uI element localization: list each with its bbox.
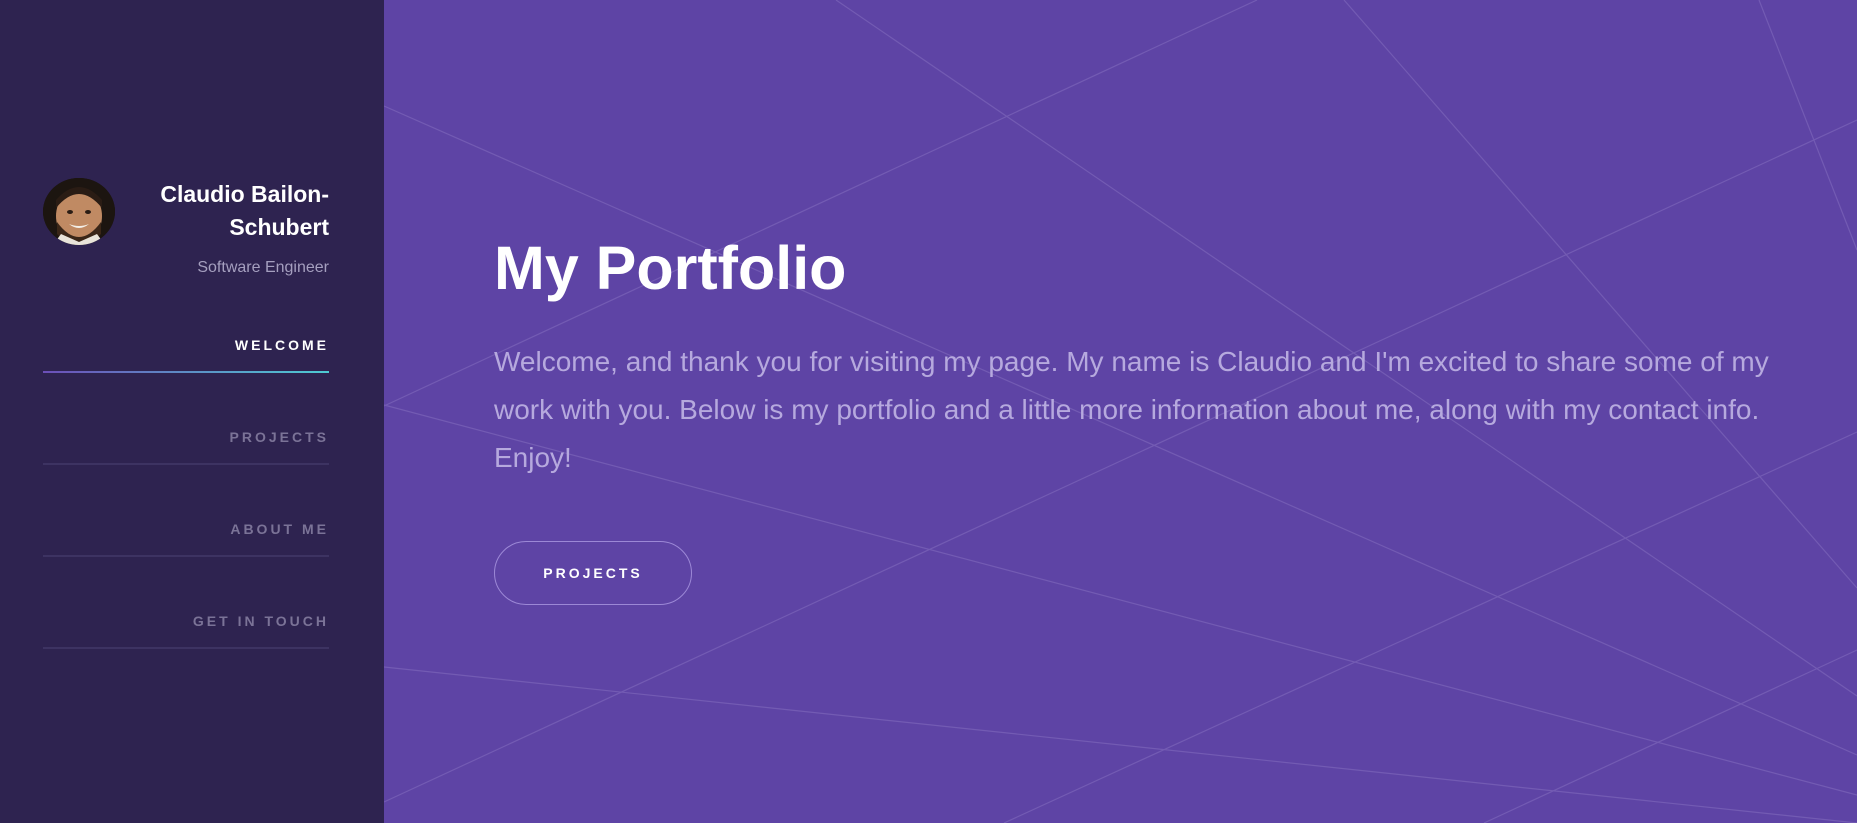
- main-content: My Portfolio Welcome, and thank you for …: [384, 0, 1857, 823]
- profile-role: Software Engineer: [197, 259, 329, 276]
- sidebar: Claudio Bailon-Schubert Software Enginee…: [0, 0, 384, 823]
- nav-item-underline: [43, 555, 329, 557]
- nav-item-label: ABOUT ME: [230, 521, 329, 537]
- nav-item-underline: [43, 371, 329, 373]
- nav-item-projects[interactable]: PROJECTS: [43, 414, 329, 506]
- nav-item-get-in-touch[interactable]: GET IN TOUCH: [43, 598, 329, 690]
- profile: Claudio Bailon-Schubert Software Enginee…: [43, 178, 329, 277]
- projects-button[interactable]: PROJECTS: [494, 541, 692, 605]
- nav-item-label: WELCOME: [234, 337, 329, 353]
- nav-item-label: PROJECTS: [229, 429, 329, 445]
- nav-item-label: GET IN TOUCH: [192, 613, 329, 629]
- avatar-image: [43, 178, 115, 245]
- nav-item-about-me[interactable]: ABOUT ME: [43, 506, 329, 598]
- page-title: My Portfolio: [494, 234, 847, 302]
- page: Claudio Bailon-Schubert Software Enginee…: [0, 0, 1857, 823]
- nav-item-welcome[interactable]: WELCOME: [43, 322, 329, 414]
- nav-item-underline: [43, 463, 329, 465]
- sidebar-nav: WELCOME PROJECTS ABOUT ME GET IN TOUCH: [43, 322, 329, 690]
- nav-item-underline: [43, 647, 329, 649]
- hero: My Portfolio Welcome, and thank you for …: [494, 228, 1784, 605]
- intro-text: Welcome, and thank you for visiting my p…: [494, 346, 1769, 473]
- avatar: [43, 178, 115, 245]
